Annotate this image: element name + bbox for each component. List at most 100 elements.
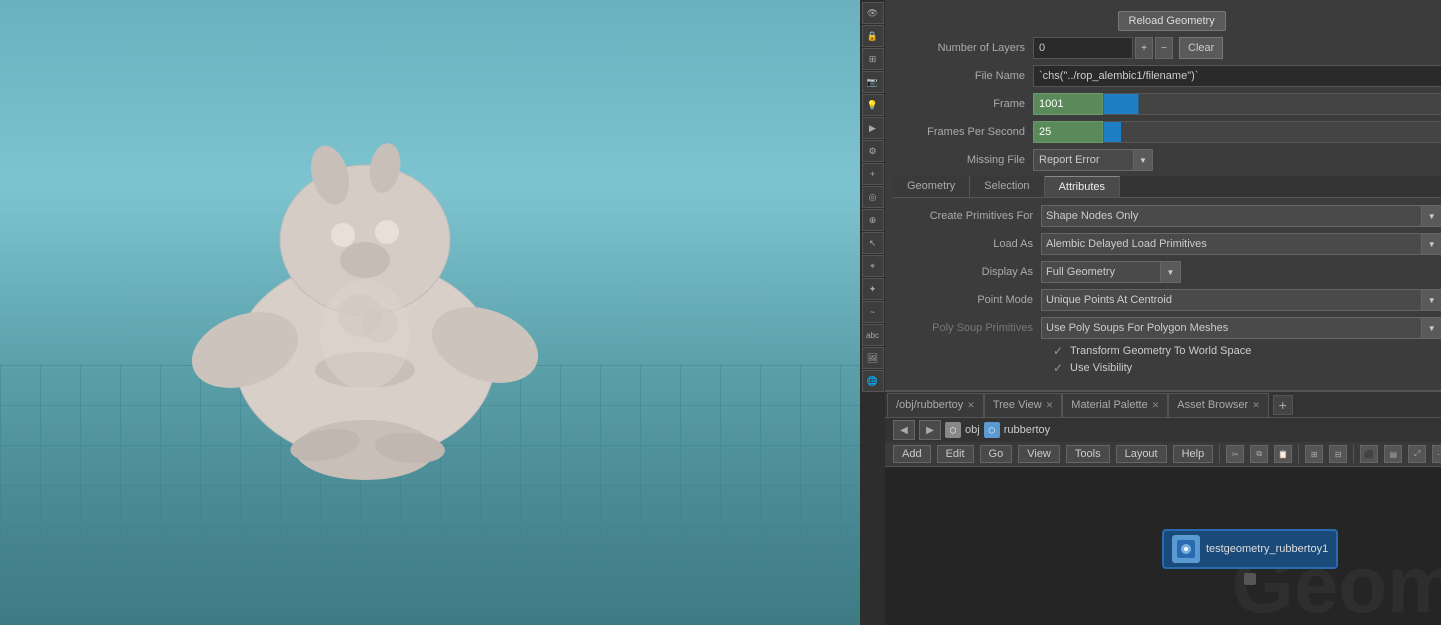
fps-row: Frames Per Second <box>893 120 1441 144</box>
tools-btn[interactable]: Tools <box>1066 445 1110 463</box>
bottom-tab-treeview-close[interactable]: ✕ <box>1046 400 1054 411</box>
poly-soup-wrapper: Use Poly Soups For Polygon Meshes ▼ <box>1041 317 1441 339</box>
toolbar-lock-btn[interactable]: 🔒 <box>862 25 884 47</box>
point-mode-select[interactable]: Unique Points At Centroid <box>1041 289 1422 311</box>
toolbar-expand-icon[interactable]: ⤢ <box>1408 445 1426 463</box>
frame-input[interactable] <box>1033 93 1103 115</box>
toolbar-eye-btn[interactable]: 👁 <box>862 2 884 24</box>
toolbar-render-btn[interactable]: ▶ <box>862 117 884 139</box>
display-as-arrow: ▼ <box>1161 261 1181 283</box>
fps-input[interactable] <box>1033 121 1103 143</box>
bottom-tab-treeview[interactable]: Tree View ✕ <box>984 393 1062 417</box>
toolbar-magnet-btn[interactable]: ⊕ <box>862 209 884 231</box>
frame-label: Frame <box>893 98 1033 110</box>
toolbar-select-btn[interactable]: ↖ <box>862 232 884 254</box>
fps-label: Frames Per Second <box>893 126 1033 138</box>
load-as-select[interactable]: Alembic Delayed Load Primitives <box>1041 233 1422 255</box>
bottom-tab-material-close[interactable]: ✕ <box>1152 400 1160 411</box>
tab-geometry[interactable]: Geometry <box>893 176 970 197</box>
toolbar-cut-icon[interactable]: ✂ <box>1226 445 1244 463</box>
bottom-tab-material[interactable]: Material Palette ✕ <box>1062 393 1168 417</box>
breadcrumb-obj-label[interactable]: obj <box>965 424 980 436</box>
toolbar-paste-icon[interactable]: 📋 <box>1274 445 1292 463</box>
left-toolbar: 👁 🔒 ⊞ 📷 💡 ▶ ⚙ + ◎ ⊕ ↖ ⌖ ✦ ~ abc 🖼 🌐 <box>860 0 885 625</box>
layers-decrement-btn[interactable]: − <box>1155 37 1173 59</box>
number-of-layers-input[interactable] <box>1033 37 1133 59</box>
create-primitives-wrapper: Shape Nodes Only ▼ <box>1041 205 1441 227</box>
layers-clear-btn[interactable]: Clear <box>1179 37 1223 59</box>
go-btn[interactable]: Go <box>980 445 1013 463</box>
3d-model <box>100 60 650 540</box>
load-as-wrapper: Alembic Delayed Load Primitives ▼ <box>1041 233 1441 255</box>
toolbar-snap-btn[interactable]: ◎ <box>862 186 884 208</box>
layout-btn[interactable]: Layout <box>1116 445 1167 463</box>
3d-viewport[interactable] <box>0 0 860 625</box>
properties-panel: Reload Geometry Number of Layers + − Cle… <box>885 0 1441 390</box>
toolbar-img-btn[interactable]: 🖼 <box>862 347 884 369</box>
toolbar-camera-btn[interactable]: 📷 <box>862 71 884 93</box>
node-box[interactable]: testgeometry_rubbertoy1 <box>1162 529 1338 569</box>
edit-btn[interactable]: Edit <box>937 445 974 463</box>
create-primitives-label: Create Primitives For <box>901 210 1041 222</box>
bottom-tab-add-btn[interactable]: + <box>1273 395 1293 415</box>
toolbar-plus-btn[interactable]: + <box>862 163 884 185</box>
toolbar-world-btn[interactable]: 🌐 <box>862 370 884 392</box>
help-btn[interactable]: Help <box>1173 445 1214 463</box>
bottom-panel: /obj/rubbertoy ✕ Tree View ✕ Material Pa… <box>885 390 1441 625</box>
file-name-input[interactable] <box>1033 65 1441 87</box>
reload-geometry-button[interactable]: Reload Geometry <box>1118 11 1226 31</box>
bottom-content[interactable]: Geom testgeometry_rubbertoy1 <box>885 467 1441 625</box>
breadcrumb-back-btn[interactable]: ◀ <box>893 420 915 440</box>
create-primitives-row: Create Primitives For Shape Nodes Only ▼ <box>901 204 1441 228</box>
poly-soup-select[interactable]: Use Poly Soups For Polygon Meshes <box>1041 317 1422 339</box>
bottom-tab-assetbrowser[interactable]: Asset Browser ✕ <box>1168 393 1268 417</box>
model-svg <box>165 80 585 520</box>
toolbar-grid-btn[interactable]: ⊞ <box>862 48 884 70</box>
toolbar-grid-icon[interactable]: ⊞ <box>1305 445 1323 463</box>
attributes-content: Create Primitives For Shape Nodes Only ▼… <box>893 198 1441 384</box>
tab-selection[interactable]: Selection <box>970 176 1044 197</box>
use-visibility-checkbox-icon[interactable]: ✓ <box>1051 361 1065 375</box>
display-as-select[interactable]: Full Geometry <box>1041 261 1161 283</box>
toolbar-layout-icon[interactable]: ▤ <box>1384 445 1402 463</box>
toolbar-grid2-icon[interactable]: ⊟ <box>1329 445 1347 463</box>
bottom-tab-rubbertoy[interactable]: /obj/rubbertoy ✕ <box>887 393 984 417</box>
node-container: testgeometry_rubbertoy1 <box>1162 529 1338 585</box>
toolbar-light-btn[interactable]: 💡 <box>862 94 884 116</box>
toolbar-bone-btn[interactable]: ✦ <box>862 278 884 300</box>
bottom-tab-rubbertoy-close[interactable]: ✕ <box>967 400 975 411</box>
view-btn[interactable]: View <box>1018 445 1060 463</box>
breadcrumb-node-icon: ⬡ <box>984 422 1000 438</box>
toolbar-settings-btn[interactable]: ⚙ <box>862 140 884 162</box>
breadcrumb-node-label[interactable]: rubbertoy <box>1004 424 1050 436</box>
toolbar-more-icon[interactable]: ⋯ <box>1432 445 1441 463</box>
missing-file-dropdown-wrapper: Report Error ▼ <box>1033 149 1153 171</box>
point-mode-arrow: ▼ <box>1422 289 1441 311</box>
add-btn[interactable]: Add <box>893 445 931 463</box>
transform-checkbox-icon[interactable]: ✓ <box>1051 344 1065 358</box>
toolbar-curve-btn[interactable]: ~ <box>862 301 884 323</box>
toolbar-abc-btn[interactable]: abc <box>862 324 884 346</box>
create-primitives-arrow: ▼ <box>1422 205 1441 227</box>
bottom-tab-rubbertoy-label: /obj/rubbertoy <box>896 399 963 411</box>
toolbar-copy-icon[interactable]: ⧉ <box>1250 445 1268 463</box>
toolbar-lasso-btn[interactable]: ⌖ <box>862 255 884 277</box>
layers-increment-btn[interactable]: + <box>1135 37 1153 59</box>
node-icon <box>1172 535 1200 563</box>
toolbar-separator-1 <box>1219 445 1220 463</box>
fps-slider[interactable] <box>1103 121 1441 143</box>
breadcrumb-forward-btn[interactable]: ▶ <box>919 420 941 440</box>
bottom-tab-bar: /obj/rubbertoy ✕ Tree View ✕ Material Pa… <box>885 392 1441 418</box>
bottom-tab-assetbrowser-close[interactable]: ✕ <box>1252 400 1260 411</box>
toolbar-frame-icon[interactable]: ⬛ <box>1360 445 1378 463</box>
node-label: testgeometry_rubbertoy1 <box>1206 543 1328 555</box>
create-primitives-select[interactable]: Shape Nodes Only <box>1041 205 1422 227</box>
display-as-wrapper: Full Geometry ▼ <box>1041 261 1441 283</box>
point-mode-row: Point Mode Unique Points At Centroid ▼ <box>901 288 1441 312</box>
bottom-tab-material-label: Material Palette <box>1071 399 1147 411</box>
number-of-layers-row: Number of Layers + − Clear <box>893 36 1441 60</box>
right-panel: Reload Geometry Number of Layers + − Cle… <box>885 0 1441 625</box>
tab-attributes[interactable]: Attributes <box>1045 176 1120 197</box>
frame-slider[interactable] <box>1103 93 1441 115</box>
missing-file-select[interactable]: Report Error <box>1033 149 1153 171</box>
